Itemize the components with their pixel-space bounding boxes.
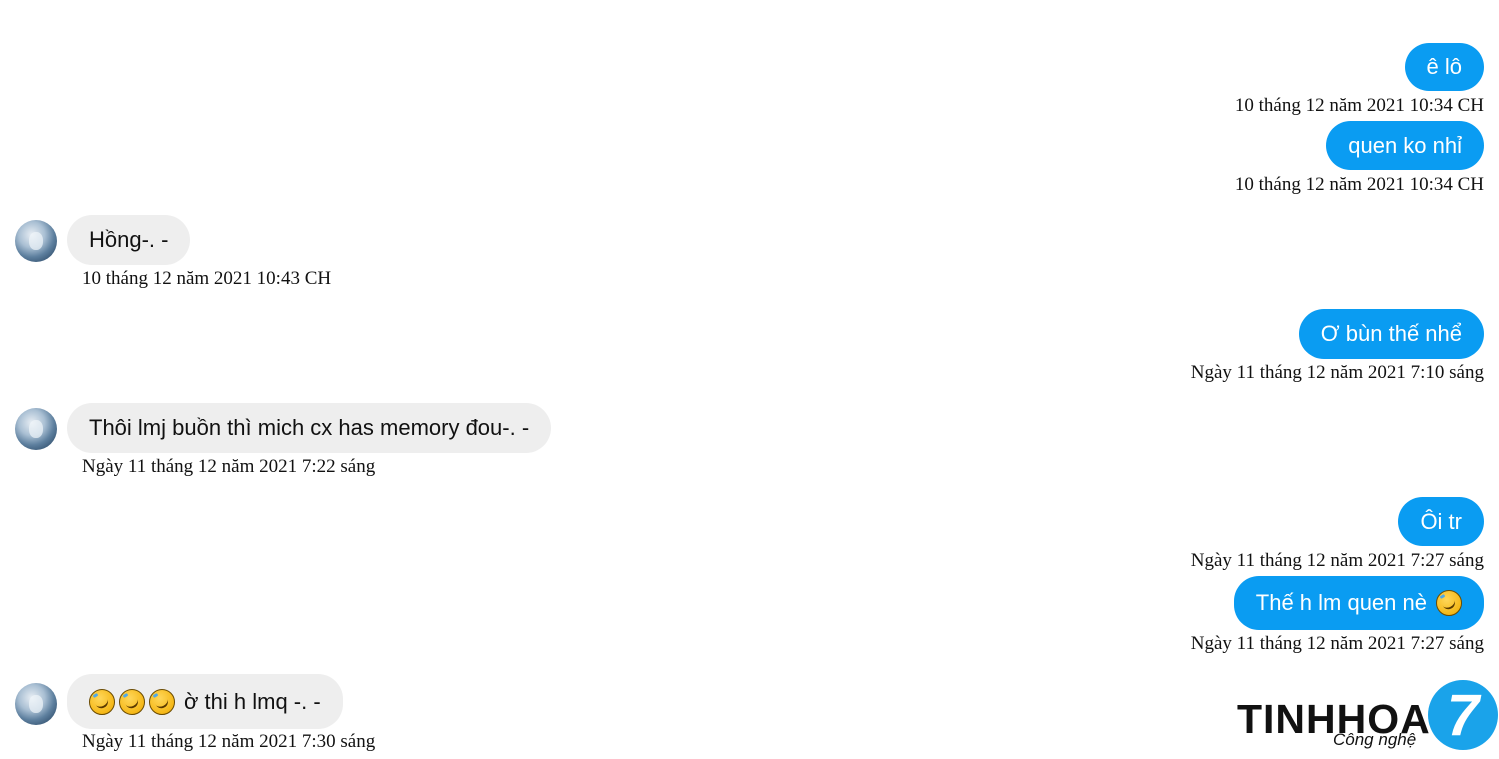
message-timestamp: Ngày 11 tháng 12 năm 2021 7:30 sáng [82,731,376,752]
message-bubble-outgoing[interactable]: Thế h lm quen nè [1233,576,1484,630]
message-timestamp: Ngày 11 tháng 12 năm 2021 7:27 sáng [1190,633,1484,654]
message-text: quen ko nhỉ [1348,132,1462,158]
message-bubble-incoming[interactable]: Thôi lmj buồn thì mich cx has memory đou… [67,403,552,453]
message-bubble-outgoing[interactable]: quen ko nhỉ [1326,121,1484,170]
message-bubble-outgoing[interactable]: ê lô [1404,43,1484,91]
message-bubble-outgoing[interactable]: Ơ bùn thế nhể [1298,309,1484,359]
contact-avatar[interactable] [15,683,57,725]
message-timestamp: 10 tháng 12 năm 2021 10:34 CH [1234,174,1484,195]
message-text: Ôi tr [1420,508,1462,534]
message-bubble-outgoing[interactable]: Ôi tr [1398,497,1484,546]
message-timestamp: Ngày 11 tháng 12 năm 2021 7:27 sáng [1190,550,1484,571]
message-bubble-incoming[interactable]: Hồng-. - [67,215,191,265]
contact-avatar[interactable] [15,408,57,450]
rolling-on-floor-laughing-icon [119,688,145,715]
rolling-on-floor-laughing-icon [89,688,115,715]
message-timestamp: Ngày 11 tháng 12 năm 2021 7:10 sáng [1190,362,1484,383]
message-timestamp: Ngày 11 tháng 12 năm 2021 7:22 sáng [82,456,376,477]
watermark-logo: TINHHOA Công nghệ 7 [1235,680,1499,759]
watermark-badge: 7 [1428,680,1498,750]
message-text: ờ thi h lmq -. - [184,688,321,714]
rolling-on-floor-laughing-icon [149,688,175,715]
watermark-tagline: Công nghệ [1333,730,1417,749]
message-timestamp: 10 tháng 12 năm 2021 10:43 CH [82,268,332,289]
message-text: ê lô [1426,54,1462,79]
message-text: Thế h lm quen nè [1255,590,1427,615]
message-timestamp: 10 tháng 12 năm 2021 10:34 CH [1234,95,1484,116]
message-text: Hồng-. - [89,227,169,252]
message-text: Thôi lmj buồn thì mich cx has memory đou… [89,415,530,440]
message-bubble-incoming[interactable]: ờ thi h lmq -. - [67,674,343,729]
contact-avatar[interactable] [15,220,57,262]
rolling-on-floor-laughing-icon [1436,590,1462,616]
message-text: Ơ bùn thế nhể [1320,321,1462,346]
